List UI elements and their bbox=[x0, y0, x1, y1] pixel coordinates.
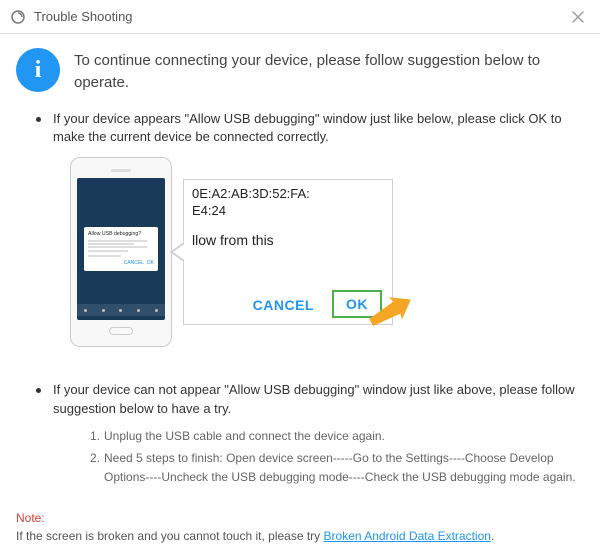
note-text-suffix: . bbox=[491, 529, 494, 543]
note-text-prefix: If the screen is broken and you cannot t… bbox=[16, 529, 324, 543]
window-title: Trouble Shooting bbox=[34, 9, 133, 24]
steps-list: 1. Unplug the USB cable and connect the … bbox=[36, 419, 584, 487]
mini-dialog: Allow USB debugging? CANCEL OK bbox=[84, 227, 158, 271]
step-1: 1. Unplug the USB cable and connect the … bbox=[90, 427, 584, 446]
close-icon bbox=[571, 10, 585, 24]
bullet-text-1: If your device appears "Allow USB debugg… bbox=[53, 110, 584, 148]
zoom-panel: 0E:A2:AB:3D:52:FA: E4:24 llow from this … bbox=[183, 179, 393, 325]
app-icon bbox=[10, 9, 26, 25]
content: i To continue connecting your device, pl… bbox=[0, 34, 600, 499]
footer-note: Note: If the screen is broken and you ca… bbox=[16, 509, 584, 545]
dialog-cancel-button: CANCEL bbox=[253, 297, 314, 313]
bullet-item-1: If your device appears "Allow USB debugg… bbox=[36, 110, 584, 148]
bullet-text-2: If your device can not appear "Allow USB… bbox=[53, 381, 584, 419]
broken-android-link[interactable]: Broken Android Data Extraction bbox=[324, 529, 491, 543]
zoom-fingerprint-line1: 0E:A2:AB:3D:52:FA: bbox=[192, 186, 384, 203]
illustration: Allow USB debugging? CANCEL OK 0E:A2:AB:… bbox=[70, 157, 584, 347]
bullet-item-2: If your device can not appear "Allow USB… bbox=[36, 381, 584, 419]
close-button[interactable] bbox=[566, 5, 590, 29]
bullet-dot-icon bbox=[36, 388, 41, 393]
bullet-dot-icon bbox=[36, 117, 41, 122]
note-label: Note: bbox=[16, 511, 45, 525]
phone-mockup: Allow USB debugging? CANCEL OK bbox=[70, 157, 172, 347]
zoom-checkbox-text: llow from this bbox=[192, 232, 384, 248]
step-2: 2. Need 5 steps to finish: Open device s… bbox=[90, 449, 584, 486]
titlebar: Trouble Shooting bbox=[0, 0, 600, 34]
zoom-fingerprint-line2: E4:24 bbox=[192, 203, 384, 220]
info-icon: i bbox=[16, 48, 60, 92]
headline-text: To continue connecting your device, plea… bbox=[74, 48, 584, 94]
